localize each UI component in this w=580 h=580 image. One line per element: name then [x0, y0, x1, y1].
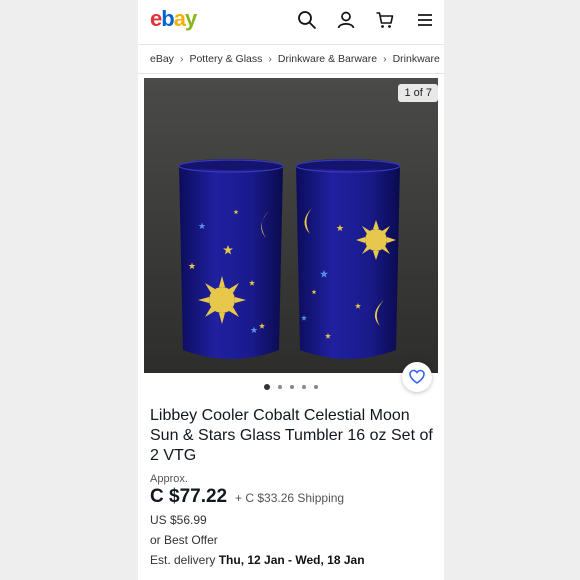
left-margin — [0, 0, 138, 580]
search-icon[interactable] — [297, 10, 317, 30]
approx-label: Approx. — [150, 473, 188, 485]
image-counter: 1 of 7 — [398, 84, 438, 102]
listing-title: Libbey Cooler Cobalt Celestial Moon Sun … — [150, 407, 433, 464]
breadcrumb-item[interactable]: Drinkware — [393, 53, 440, 65]
usd-price: US $56.99 — [150, 513, 207, 527]
ebay-logo[interactable]: ebay — [150, 5, 197, 33]
glass-tumblers-photo — [144, 78, 438, 373]
estimated-delivery: Est. delivery Thu, 12 Jan - Wed, 18 Jan — [150, 553, 365, 567]
carousel-dot[interactable] — [302, 385, 306, 389]
mobile-page: ebay eBay › Pottery & Glass › Drinkware & Ba… — [138, 0, 444, 580]
breadcrumb-item[interactable]: eBay — [150, 53, 174, 65]
carousel-dot[interactable] — [264, 384, 270, 390]
price: C $77.22 — [150, 486, 228, 507]
delivery-label: Est. delivery — [150, 553, 216, 567]
menu-icon[interactable] — [415, 10, 435, 30]
shipping-cost: + C $33.26 Shipping — [235, 491, 345, 505]
breadcrumb-item[interactable]: Drinkware & Barware — [278, 53, 377, 65]
carousel-dot[interactable] — [290, 385, 294, 389]
right-margin — [444, 0, 580, 580]
chevron-right-icon: › — [383, 53, 387, 65]
account-icon[interactable] — [336, 10, 356, 30]
breadcrumb: eBay › Pottery & Glass › Drinkware & Barware… — [138, 44, 444, 74]
breadcrumb-item[interactable]: Pottery & Glass — [189, 53, 262, 65]
best-offer-text: or Best Offer — [150, 533, 218, 547]
delivery-dates: Thu, 12 Jan - Wed, 18 Jan — [218, 553, 365, 567]
chevron-right-icon: › — [179, 53, 184, 65]
product-image[interactable] — [144, 78, 438, 373]
cart-icon[interactable] — [375, 10, 395, 30]
header: ebay — [138, 0, 444, 40]
chevron-right-icon: › — [268, 53, 272, 65]
carousel-dot[interactable] — [278, 385, 282, 389]
carousel-dots — [138, 384, 444, 390]
carousel-dot[interactable] — [314, 385, 318, 389]
